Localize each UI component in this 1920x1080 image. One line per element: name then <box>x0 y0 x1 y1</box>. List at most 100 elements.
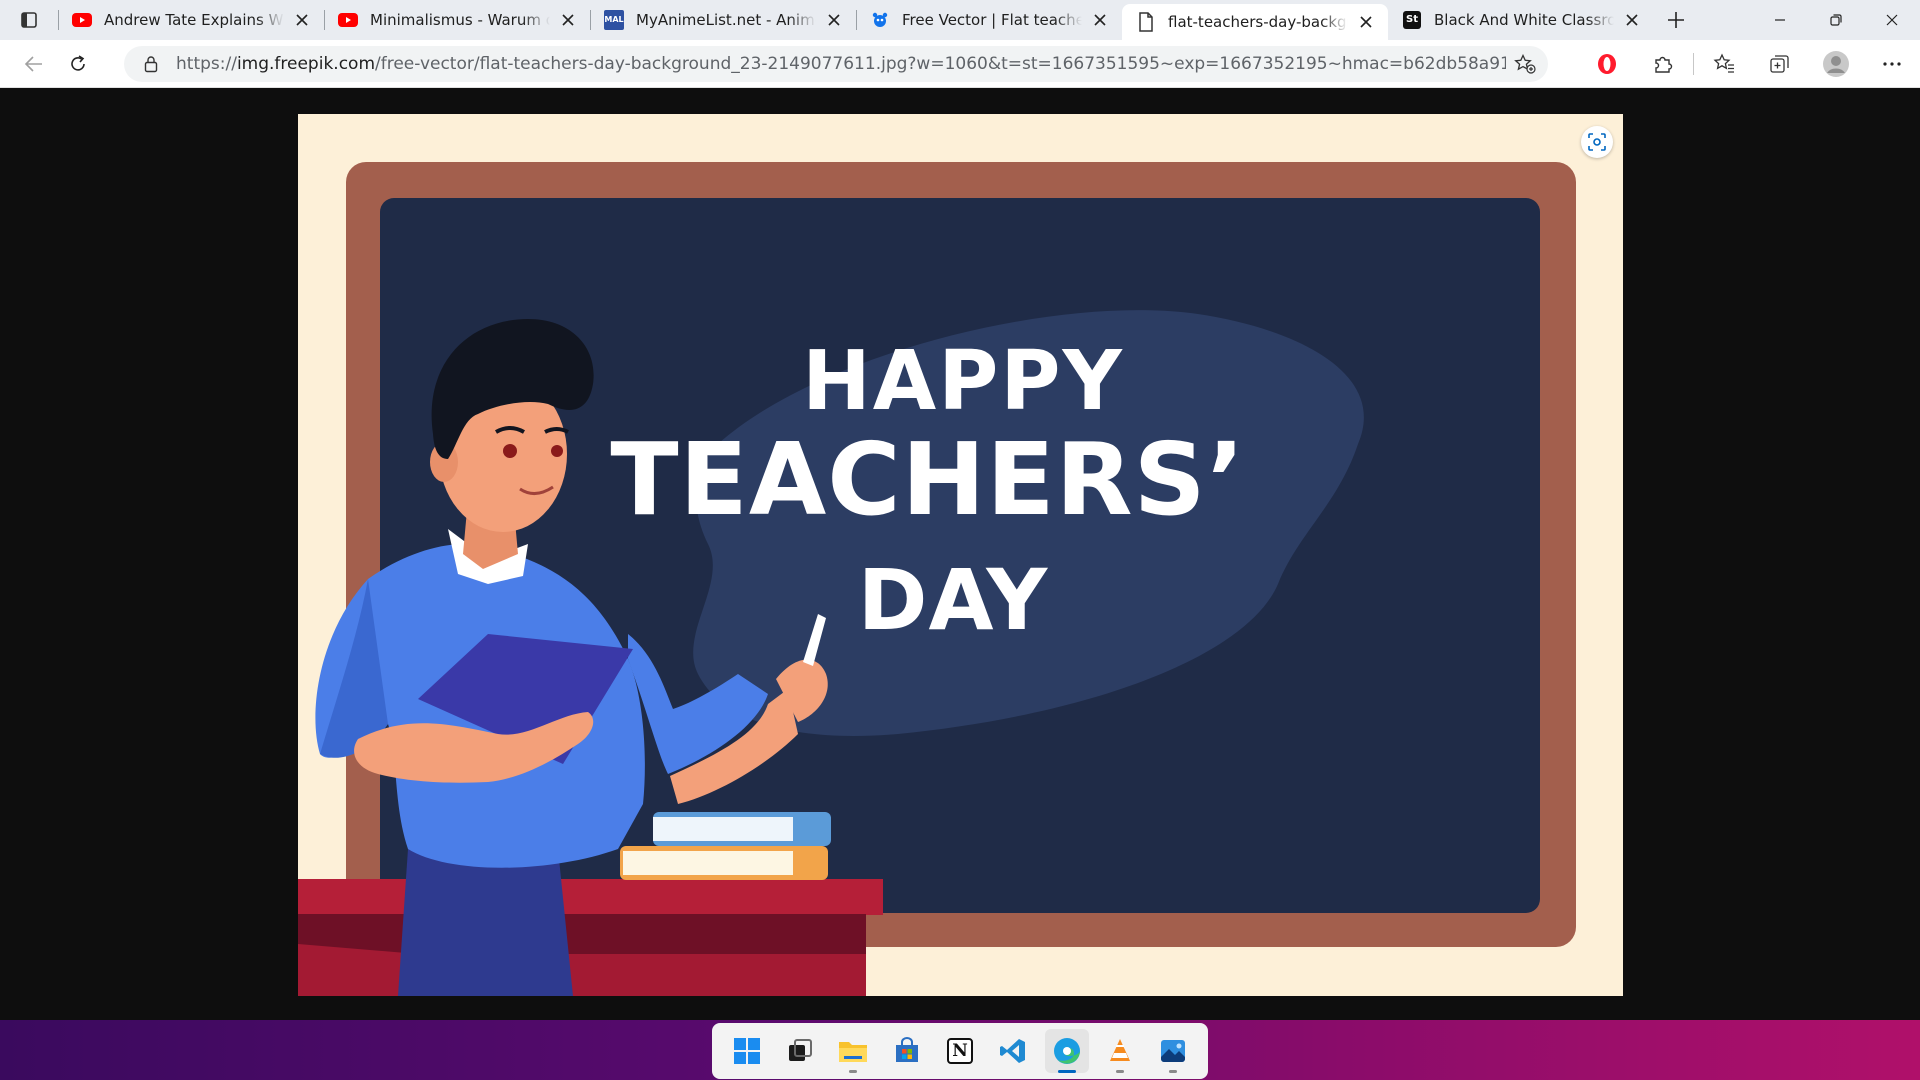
tab-title: Minimalismus - Warum dies <box>370 11 550 29</box>
photos-icon <box>1161 1040 1186 1062</box>
windows-start-icon <box>733 1038 760 1064</box>
tab-2[interactable]: MAL MyAnimeList.net - Anime an <box>590 0 856 40</box>
close-window-button[interactable] <box>1864 0 1920 40</box>
visual-search-icon <box>1588 133 1606 151</box>
greeting-line-1: HAPPY <box>802 334 1124 429</box>
url-scheme: https:// <box>176 54 237 74</box>
vscode-icon <box>1000 1039 1026 1063</box>
taskbar-dock: N <box>712 1023 1208 1079</box>
collections-button[interactable] <box>1752 40 1808 88</box>
tab-title: Free Vector | Flat teachers' d <box>902 11 1082 29</box>
close-icon[interactable] <box>558 10 578 30</box>
running-indicator <box>849 1070 858 1073</box>
favorites-icon <box>1713 53 1734 73</box>
vscode-button[interactable] <box>991 1029 1035 1073</box>
st-icon: St <box>1402 10 1422 30</box>
active-indicator <box>1057 1070 1076 1073</box>
puzzle-icon <box>1655 56 1673 73</box>
notion-icon: N <box>946 1038 973 1064</box>
restore-button[interactable] <box>1808 0 1864 40</box>
file-explorer-button[interactable] <box>831 1029 875 1073</box>
edge-button[interactable] <box>1044 1029 1089 1073</box>
close-icon[interactable] <box>1622 10 1642 30</box>
desk-top <box>298 879 883 915</box>
page-viewport: HAPPY TEACHERS’ DAY <box>0 88 1920 1020</box>
notion-letter: N <box>952 1041 968 1061</box>
teachers-day-illustration: HAPPY TEACHERS’ DAY <box>298 162 1576 996</box>
tab-4-active[interactable]: flat-teachers-day-backgrou <box>1122 4 1388 40</box>
tab-title: Black And White Classroom <box>1434 11 1614 29</box>
close-icon[interactable] <box>1356 12 1376 32</box>
start-button[interactable] <box>725 1029 769 1073</box>
tab-title: flat-teachers-day-backgrou <box>1168 13 1348 31</box>
profile-avatar-icon <box>1823 51 1849 77</box>
toolbar-separator <box>1693 53 1694 75</box>
microsoft-store-button[interactable] <box>885 1029 929 1073</box>
opera-icon <box>1598 54 1616 74</box>
tab-1[interactable]: Minimalismus - Warum dies <box>324 0 590 40</box>
favorites-button[interactable] <box>1696 40 1752 88</box>
file-explorer-icon <box>839 1042 868 1062</box>
close-icon[interactable] <box>292 10 312 30</box>
running-indicator <box>1169 1070 1178 1073</box>
st-icon-text: St <box>1403 11 1421 29</box>
youtube-icon <box>338 10 358 30</box>
minimize-button[interactable] <box>1752 0 1808 40</box>
teacher-legs <box>398 849 573 996</box>
vlc-icon <box>1109 1039 1130 1061</box>
close-icon <box>1886 14 1898 26</box>
tab-title: MyAnimeList.net - Anime an <box>636 11 816 29</box>
notion-button[interactable]: N <box>938 1029 982 1073</box>
tab-title: Andrew Tate Explains Why he <box>104 11 284 29</box>
tab-strip: Andrew Tate Explains Why he Minimalismus… <box>0 0 1920 40</box>
settings-more-button[interactable] <box>1864 40 1920 88</box>
opera-extension-button[interactable] <box>1579 40 1635 88</box>
teacher-eye <box>551 445 563 457</box>
add-favorite-icon[interactable] <box>1514 53 1536 78</box>
freepik-icon <box>870 10 890 30</box>
restore-icon <box>1830 14 1842 26</box>
extensions-button[interactable] <box>1635 40 1691 88</box>
microsoft-store-icon <box>895 1037 918 1062</box>
photos-button[interactable] <box>1151 1029 1195 1073</box>
url-host: img.freepik.com <box>236 54 376 74</box>
tab-actions-icon <box>21 12 37 28</box>
tab-0[interactable]: Andrew Tate Explains Why he <box>58 0 324 40</box>
visual-search-button[interactable] <box>1581 126 1613 158</box>
collections-icon <box>1770 55 1789 73</box>
back-button[interactable] <box>12 46 56 82</box>
refresh-button[interactable] <box>56 46 100 82</box>
teachers-day-image[interactable]: HAPPY TEACHERS’ DAY <box>298 114 1623 996</box>
tab-actions-button[interactable] <box>0 0 58 40</box>
close-icon[interactable] <box>1090 10 1110 30</box>
url-text[interactable]: https://img.freepik.com/free-vector/flat… <box>176 54 1506 74</box>
refresh-icon <box>71 54 85 71</box>
greeting-line-3: DAY <box>858 551 1049 649</box>
running-indicator <box>1115 1070 1124 1073</box>
book-bottom-pages <box>623 851 793 875</box>
profile-button[interactable] <box>1808 40 1864 88</box>
url-path: /free-vector/flat-teachers-day-backgroun… <box>375 54 1506 74</box>
toolbar-right <box>1579 40 1920 88</box>
task-view-icon <box>788 1039 812 1061</box>
tab-3[interactable]: Free Vector | Flat teachers' d <box>856 0 1122 40</box>
back-arrow-icon <box>24 55 42 72</box>
desk-shadow <box>298 914 866 954</box>
new-tab-button[interactable] <box>1654 0 1698 40</box>
task-view-button[interactable] <box>778 1029 822 1073</box>
window-controls <box>1752 0 1920 40</box>
greeting-line-2: TEACHERS’ <box>610 421 1245 538</box>
edge-icon <box>1053 1038 1080 1064</box>
youtube-icon <box>72 10 92 30</box>
more-dots-icon <box>1883 62 1901 66</box>
address-bar[interactable]: https://img.freepik.com/free-vector/flat… <box>124 46 1548 82</box>
vlc-button[interactable] <box>1098 1029 1142 1073</box>
close-icon[interactable] <box>824 10 844 30</box>
mal-icon: MAL <box>604 10 624 30</box>
tab-5[interactable]: St Black And White Classroom <box>1388 0 1654 40</box>
book-top-pages <box>653 817 793 841</box>
teacher-eye <box>503 444 517 458</box>
taskbar: N <box>0 1020 1920 1080</box>
lock-icon <box>140 55 162 73</box>
minimize-icon <box>1775 19 1785 21</box>
